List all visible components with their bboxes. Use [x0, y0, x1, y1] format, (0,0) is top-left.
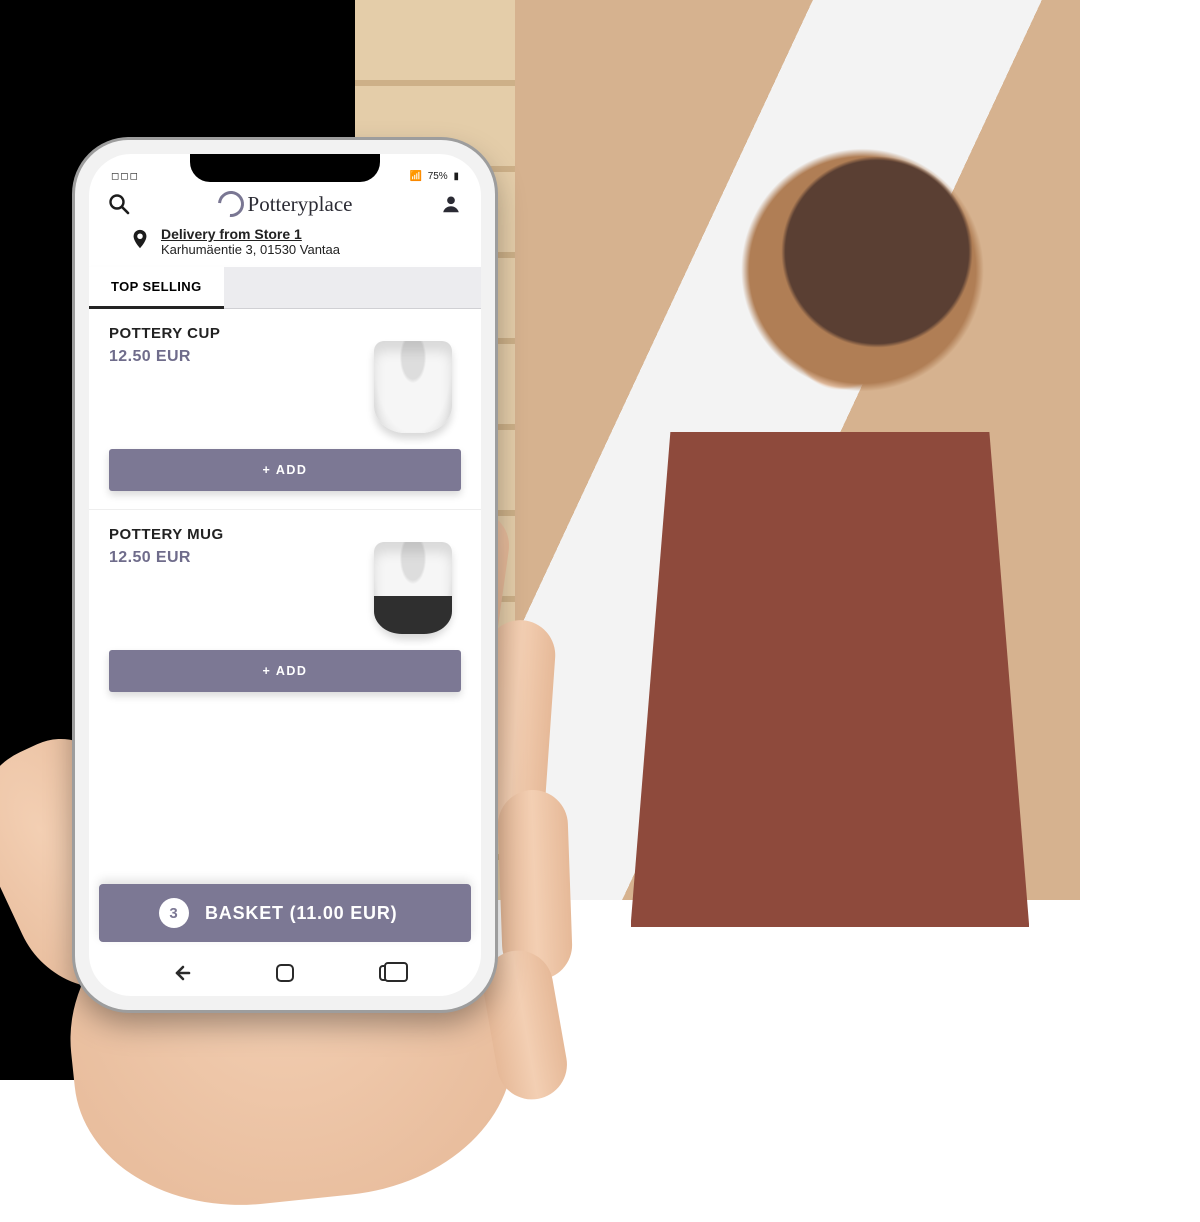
add-button[interactable]: + ADD	[109, 650, 461, 692]
battery-icon: ▮	[453, 171, 459, 182]
android-nav	[89, 950, 481, 996]
statusbar-right: 📶 75% ▮	[406, 171, 459, 182]
user-icon	[440, 193, 462, 215]
product-card[interactable]: POTTERY CUP 12.50 EUR + ADD	[89, 309, 481, 509]
basket-bar[interactable]: 3 BASKET (11.00 EUR)	[99, 884, 471, 942]
search-button[interactable]	[105, 190, 133, 218]
tab-top-selling[interactable]: TOP SELLING	[89, 267, 224, 309]
product-name: POTTERY MUG	[109, 526, 224, 543]
account-button[interactable]	[437, 190, 465, 218]
nav-back-button[interactable]	[168, 960, 194, 986]
brand-text: Potteryplace	[248, 192, 353, 217]
stack-icon	[379, 965, 399, 981]
square-icon	[276, 964, 294, 982]
delivery-title: Delivery from Store 1	[161, 226, 340, 242]
brand-ring-icon	[212, 186, 249, 223]
basket-count-badge: 3	[159, 898, 189, 928]
phone-notch	[190, 154, 380, 182]
product-card[interactable]: POTTERY MUG 12.50 EUR + ADD	[89, 509, 481, 710]
delivery-banner[interactable]: Delivery from Store 1 Karhumäentie 3, 01…	[89, 222, 481, 267]
phone-frame: ◻◻◻ 📶 75% ▮ Potteryplace	[75, 140, 495, 1010]
nav-recents-button[interactable]	[376, 960, 402, 986]
product-list[interactable]: POTTERY CUP 12.50 EUR + ADD POTTERY MUG …	[89, 309, 481, 884]
app-screen: ◻◻◻ 📶 75% ▮ Potteryplace	[89, 154, 481, 996]
product-price: 12.50 EUR	[109, 348, 220, 366]
search-icon	[107, 192, 131, 216]
product-image	[365, 325, 461, 433]
battery-text: 75%	[428, 171, 448, 182]
statusbar-left-icons: ◻◻◻	[111, 171, 139, 182]
wifi-icon: 📶	[409, 171, 421, 182]
product-price: 12.50 EUR	[109, 549, 224, 567]
arrow-left-icon	[169, 961, 193, 985]
add-button[interactable]: + ADD	[109, 449, 461, 491]
delivery-address: Karhumäentie 3, 01530 Vantaa	[161, 242, 340, 257]
product-name: POTTERY CUP	[109, 325, 220, 342]
brand-logo[interactable]: Potteryplace	[218, 191, 353, 217]
location-pin-icon	[129, 226, 151, 252]
product-image	[365, 526, 461, 634]
nav-home-button[interactable]	[272, 960, 298, 986]
basket-label: BASKET (11.00 EUR)	[205, 903, 397, 924]
app-header: Potteryplace	[89, 184, 481, 222]
tabs: TOP SELLING	[89, 267, 481, 309]
